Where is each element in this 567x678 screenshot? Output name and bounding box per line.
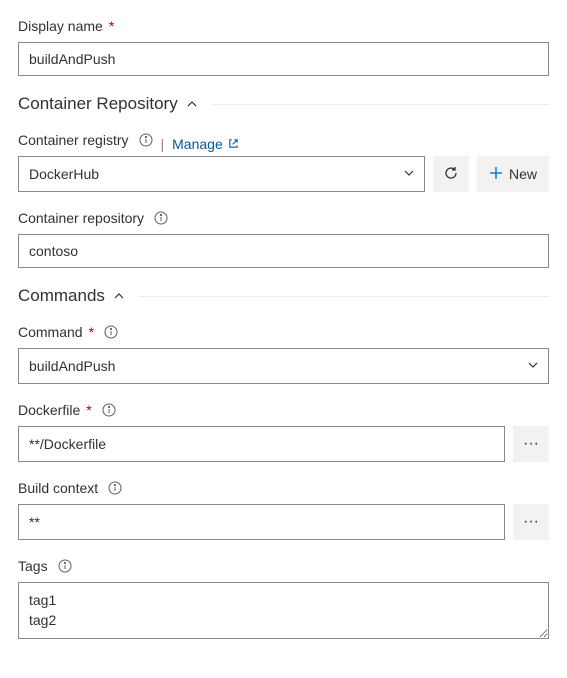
chevron-up-icon [186,98,198,110]
section-commands[interactable]: Commands [18,286,549,306]
plus-icon [489,166,503,183]
build-context-more-button[interactable]: ··· [513,504,549,540]
section-divider [139,296,549,297]
tags-label: Tags [18,558,549,574]
section-divider [212,104,549,105]
pipe-separator: | [161,136,165,152]
display-name-input[interactable] [18,42,549,76]
dockerfile-input[interactable] [18,426,505,462]
info-icon[interactable] [154,211,168,225]
refresh-button[interactable] [433,156,469,192]
display-name-label: Display name* [18,18,549,34]
container-repository-input[interactable] [18,234,549,268]
info-icon[interactable] [139,133,153,147]
tags-textarea[interactable] [18,582,549,639]
info-icon[interactable] [108,481,122,495]
info-icon[interactable] [102,403,116,417]
required-star: * [89,324,94,340]
command-select[interactable]: buildAndPush [18,348,549,384]
container-registry-label: Container registry [18,132,153,148]
container-registry-select[interactable]: DockerHub [18,156,425,192]
manage-link[interactable]: Manage [172,136,239,152]
build-context-input[interactable] [18,504,505,540]
external-link-icon [228,136,239,152]
new-button[interactable]: New [477,156,549,192]
info-icon[interactable] [58,559,72,573]
dockerfile-label: Dockerfile* [18,402,549,418]
required-star: * [109,18,114,34]
dockerfile-more-button[interactable]: ··· [513,426,549,462]
chevron-up-icon [113,290,125,302]
info-icon[interactable] [104,325,118,339]
section-title: Container Repository [18,94,178,114]
container-repository-label: Container repository [18,210,549,226]
section-container-repository[interactable]: Container Repository [18,94,549,114]
section-title: Commands [18,286,105,306]
required-star: * [86,402,91,418]
command-label: Command* [18,324,549,340]
refresh-icon [443,165,459,184]
build-context-label: Build context [18,480,549,496]
